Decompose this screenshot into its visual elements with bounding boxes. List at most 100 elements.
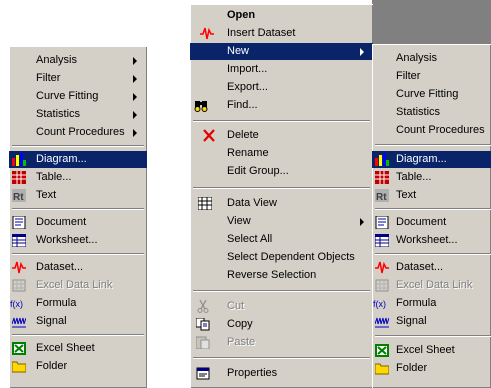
menu-item-find[interactable]: Find... xyxy=(190,97,373,114)
menu-item-count-procedures[interactable]: Count Procedures xyxy=(9,124,147,141)
menu-item-label: Curve Fitting xyxy=(396,88,459,100)
menu-item-label: Data View xyxy=(227,197,277,209)
menu-item-table[interactable]: Table... xyxy=(9,169,147,186)
menu-item-curve-fitting[interactable]: Curve Fitting xyxy=(372,86,491,103)
menu-item-label: Excel Data Link xyxy=(36,279,113,291)
menu-item-paste: Paste xyxy=(190,334,373,351)
menu-item-analysis[interactable]: Analysis xyxy=(9,52,147,69)
menu-item-label: Filter xyxy=(36,72,61,84)
menu-item-label: Text xyxy=(396,189,417,201)
document-icon xyxy=(12,216,26,229)
menu-item-label: Dataset... xyxy=(396,261,444,273)
menu-item-insert-dataset[interactable]: Insert Dataset xyxy=(190,25,373,42)
menu-item-label: Count Procedures xyxy=(36,126,125,138)
menu-separator xyxy=(193,187,370,189)
submenu-arrow-icon xyxy=(133,75,137,83)
signal-icon xyxy=(12,317,26,328)
menu-item-label: Insert Dataset xyxy=(227,27,296,39)
svg-text:Rt: Rt xyxy=(376,192,387,202)
excel-link-icon xyxy=(12,279,26,292)
menu-item-select-dependent[interactable]: Select Dependent Objects xyxy=(190,249,373,266)
menu-item-text[interactable]: Rt Text xyxy=(372,187,491,204)
menu-item-label: Signal xyxy=(396,315,427,327)
menu-item-label: View xyxy=(227,215,251,227)
menu-item-document[interactable]: Document xyxy=(9,214,147,231)
menu-item-formula[interactable]: f(x) Formula xyxy=(372,295,491,312)
menu-item-label: Folder xyxy=(36,360,68,372)
menu-item-label: Formula xyxy=(396,297,437,309)
menu-item-select-all[interactable]: Select All xyxy=(190,231,373,248)
new-submenu-left: Analysis Filter Curve Fitting Statistics… xyxy=(9,46,147,388)
bar-chart-icon xyxy=(375,153,389,166)
menu-item-dataset[interactable]: Dataset... xyxy=(372,259,491,276)
menu-item-label: Folder xyxy=(396,362,428,374)
menu-item-curve-fitting[interactable]: Curve Fitting xyxy=(9,88,147,105)
menu-item-diagram[interactable]: Diagram... xyxy=(9,151,147,168)
bar-chart-icon xyxy=(12,153,26,166)
menu-item-statistics[interactable]: Statistics xyxy=(372,104,491,121)
menu-item-rename[interactable]: Rename xyxy=(190,145,373,162)
menu-item-label: Excel Sheet xyxy=(36,342,95,354)
menu-item-view[interactable]: View xyxy=(190,213,373,230)
menu-item-signal[interactable]: Signal xyxy=(9,313,147,330)
submenu-arrow-icon xyxy=(360,218,364,226)
menu-item-count-procedures[interactable]: Count Procedures xyxy=(372,122,491,139)
menu-item-label: Cut xyxy=(227,300,245,312)
submenu-arrow-icon xyxy=(133,111,137,119)
svg-text:f(x): f(x) xyxy=(10,299,23,309)
menu-item-folder[interactable]: Folder xyxy=(9,358,147,375)
menu-item-diagram[interactable]: Diagram... xyxy=(372,151,491,168)
menu-item-data-view[interactable]: Data View xyxy=(190,195,373,212)
svg-text:f(x): f(x) xyxy=(373,299,386,309)
menu-item-new[interactable]: New xyxy=(190,43,373,60)
menu-item-signal[interactable]: Signal xyxy=(372,313,491,330)
menu-item-worksheet[interactable]: Worksheet... xyxy=(372,232,491,249)
menu-item-label: Statistics xyxy=(36,108,81,120)
menu-item-label: Properties xyxy=(227,367,278,379)
formula-icon: f(x) xyxy=(373,299,386,309)
excel-sheet-icon xyxy=(12,342,26,355)
menu-item-export[interactable]: Export... xyxy=(190,79,373,96)
menu-item-properties[interactable]: Properties xyxy=(190,365,373,382)
menu-item-label: Worksheet... xyxy=(396,234,458,246)
menu-item-dataset[interactable]: Dataset... xyxy=(9,259,147,276)
menu-item-text[interactable]: Rt Text xyxy=(9,187,147,204)
menu-item-filter[interactable]: Filter xyxy=(372,68,491,85)
context-menu: Open Insert Dataset New Import... Export… xyxy=(190,4,373,388)
binoculars-icon xyxy=(194,101,208,112)
menu-item-worksheet[interactable]: Worksheet... xyxy=(9,232,147,249)
scissors-icon xyxy=(197,300,209,313)
properties-icon xyxy=(196,367,210,380)
menu-item-label: Import... xyxy=(227,63,268,75)
menu-item-table[interactable]: Table... xyxy=(372,169,491,186)
menu-item-excel-sheet[interactable]: Excel Sheet xyxy=(372,342,491,359)
menu-item-open[interactable]: Open xyxy=(190,7,373,24)
menu-item-label: Analysis xyxy=(36,54,77,66)
dataset-icon xyxy=(12,261,26,274)
submenu-arrow-icon xyxy=(133,129,137,137)
menu-item-label: Dataset... xyxy=(36,261,84,273)
menu-item-reverse-selection[interactable]: Reverse Selection xyxy=(190,267,373,284)
menu-item-delete[interactable]: Delete xyxy=(190,127,373,144)
menu-item-statistics[interactable]: Statistics xyxy=(9,106,147,123)
background-panel xyxy=(372,0,491,44)
menu-item-filter[interactable]: Filter xyxy=(9,70,147,87)
menu-item-label: Curve Fitting xyxy=(36,90,99,102)
menu-item-label: Open xyxy=(227,9,256,21)
menu-item-folder[interactable]: Folder xyxy=(372,360,491,377)
menu-item-excel-sheet[interactable]: Excel Sheet xyxy=(9,340,147,357)
menu-item-label: Filter xyxy=(396,70,421,82)
menu-separator xyxy=(375,335,491,337)
excel-link-icon xyxy=(375,279,389,292)
submenu-arrow-icon xyxy=(360,48,364,56)
menu-separator xyxy=(375,253,491,255)
menu-item-label: Reverse Selection xyxy=(227,269,317,281)
menu-item-analysis[interactable]: Analysis xyxy=(372,50,491,67)
menu-item-label: Excel Sheet xyxy=(396,344,455,356)
menu-item-import[interactable]: Import... xyxy=(190,61,373,78)
menu-item-document[interactable]: Document xyxy=(372,214,491,231)
menu-item-edit-group[interactable]: Edit Group... xyxy=(190,163,373,180)
menu-item-formula[interactable]: f(x) Formula xyxy=(9,295,147,312)
menu-item-copy[interactable]: Copy xyxy=(190,316,373,333)
delete-icon xyxy=(203,129,215,142)
